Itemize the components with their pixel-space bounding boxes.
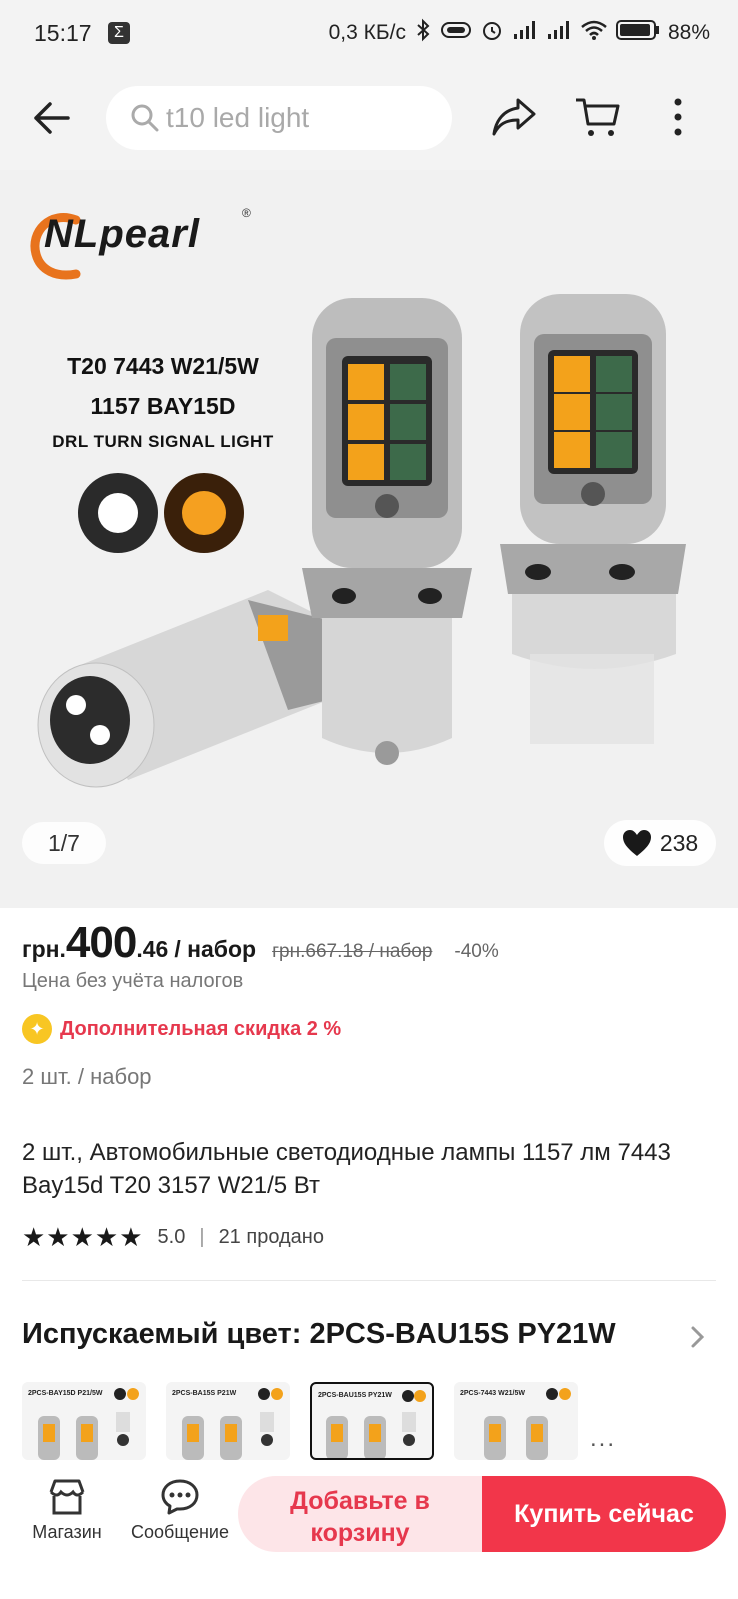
sparkle-coin-icon: ✦ xyxy=(22,1014,52,1044)
more-vertical-icon xyxy=(674,98,682,136)
wishlist-button[interactable]: 238 xyxy=(604,820,716,866)
variant-option[interactable]: 2PCS-7443 W21/5W xyxy=(454,1382,578,1460)
quantity-per-set: 2 шт. / набор xyxy=(22,1064,152,1089)
arrow-left-icon xyxy=(34,102,70,134)
signal-icon-1 xyxy=(512,19,538,47)
extra-discount-text: Дополнительная скидка 2 % xyxy=(60,1017,342,1040)
extra-discount[interactable]: ✦ Дополнительная скидка 2 % xyxy=(22,1014,341,1044)
variant-thumbnail xyxy=(182,1388,283,1460)
divider xyxy=(22,1280,716,1281)
bulb-wedge-image xyxy=(500,294,686,744)
share-button[interactable] xyxy=(490,94,540,140)
chat-bubble-icon xyxy=(161,1479,199,1515)
price-currency: грн. xyxy=(22,936,66,962)
likes-count: 238 xyxy=(659,829,699,856)
vibrate-icon xyxy=(440,20,472,46)
chevron-right-icon[interactable] xyxy=(688,1322,708,1352)
bottom-action-bar: Магазин Сообщение Добавьте в корзину Куп… xyxy=(0,1460,738,1599)
status-bar: 15:17 Σ 0,3 КБ/с 88% xyxy=(0,0,738,68)
share-icon xyxy=(492,98,536,136)
cart-icon xyxy=(576,98,620,136)
product-title: 2 шт., Автомобильные светодиодные лампы … xyxy=(22,1139,671,1199)
bluetooth-icon xyxy=(414,18,432,48)
add-to-cart-button[interactable]: Добавьте в корзину xyxy=(238,1476,482,1552)
rating-value: 5.0 xyxy=(157,1226,186,1248)
brand-logo: NLpearl ® xyxy=(26,198,266,288)
variant-option[interactable]: 2PCS-BA15S P21W xyxy=(166,1382,290,1460)
light-demo-icons xyxy=(78,473,244,553)
price-main: 400 xyxy=(65,918,137,967)
purchase-buttons: Добавьте в корзину Купить сейчас xyxy=(238,1476,726,1552)
signal-icon-2 xyxy=(546,19,572,47)
search-input[interactable] xyxy=(166,102,446,134)
alarm-icon xyxy=(480,18,504,48)
net-speed: 0,3 КБ/с xyxy=(328,21,406,44)
buy-now-button[interactable]: Купить сейчас xyxy=(482,1476,726,1552)
price-row: грн. 400 .46 / набор грн.667.18 / набор … xyxy=(22,918,499,968)
battery-level: 88% xyxy=(667,21,710,44)
more-options-button[interactable] xyxy=(666,94,690,140)
sigma-notification-icon: Σ xyxy=(108,22,130,44)
variant-list: 2PCS-BAY15D P21/5W 2PCS-BA15S P21W 2PCS-… xyxy=(22,1382,578,1460)
rating-row[interactable]: ★★★★★ 5.0 | 21 продано xyxy=(22,1222,324,1253)
status-time: 15:17 xyxy=(34,20,92,46)
store-tab[interactable]: Магазин xyxy=(22,1478,112,1543)
image-desc-text: DRL TURN SIGNAL LIGHT xyxy=(52,432,274,451)
search-icon xyxy=(131,104,159,132)
battery-icon xyxy=(615,19,660,47)
cart-button[interactable] xyxy=(574,94,622,140)
store-label: Магазин xyxy=(32,1522,102,1542)
variant-thumbnail xyxy=(326,1390,426,1458)
store-icon xyxy=(49,1479,85,1515)
star-rating-icon: ★★★★★ xyxy=(22,1222,144,1252)
price-unit: / набор xyxy=(174,936,257,962)
more-variants-indicator[interactable]: ... xyxy=(590,1425,616,1453)
message-label: Сообщение xyxy=(131,1522,229,1542)
sold-count: 21 продано xyxy=(218,1226,324,1248)
bulb-standing-image xyxy=(302,298,472,765)
rating-separator: | xyxy=(199,1226,205,1248)
status-icons: 0,3 КБ/с 88% xyxy=(329,18,710,48)
variant-thumbnail xyxy=(38,1388,139,1460)
variant-option-selected[interactable]: 2PCS-BAU15S PY21W xyxy=(310,1382,434,1460)
variant-option[interactable]: 2PCS-BAY15D P21/5W xyxy=(22,1382,146,1460)
top-nav xyxy=(0,68,738,170)
message-tab[interactable]: Сообщение xyxy=(124,1478,236,1543)
variant-thumbnail xyxy=(484,1388,571,1460)
variant-title[interactable]: Испускаемый цвет: 2PCS-BAU15S PY21W xyxy=(22,1318,694,1351)
heart-icon xyxy=(622,830,651,856)
back-button[interactable] xyxy=(30,96,74,140)
search-bar[interactable] xyxy=(106,86,452,150)
price-cents: .46 xyxy=(136,936,169,962)
product-image-gallery[interactable]: NLpearl ® T20 7443 W21/5W 1157 BAY15D DR… xyxy=(0,170,738,908)
old-price: грн.667.18 / набор xyxy=(272,941,433,962)
image-counter: 1/7 xyxy=(22,822,106,864)
image-model-text: T20 7443 W21/5W 1157 BAY15D xyxy=(67,353,259,419)
discount-percent: -40% xyxy=(454,941,499,962)
wifi-icon xyxy=(580,19,608,47)
tax-note: Цена без учёта налогов xyxy=(22,970,244,992)
